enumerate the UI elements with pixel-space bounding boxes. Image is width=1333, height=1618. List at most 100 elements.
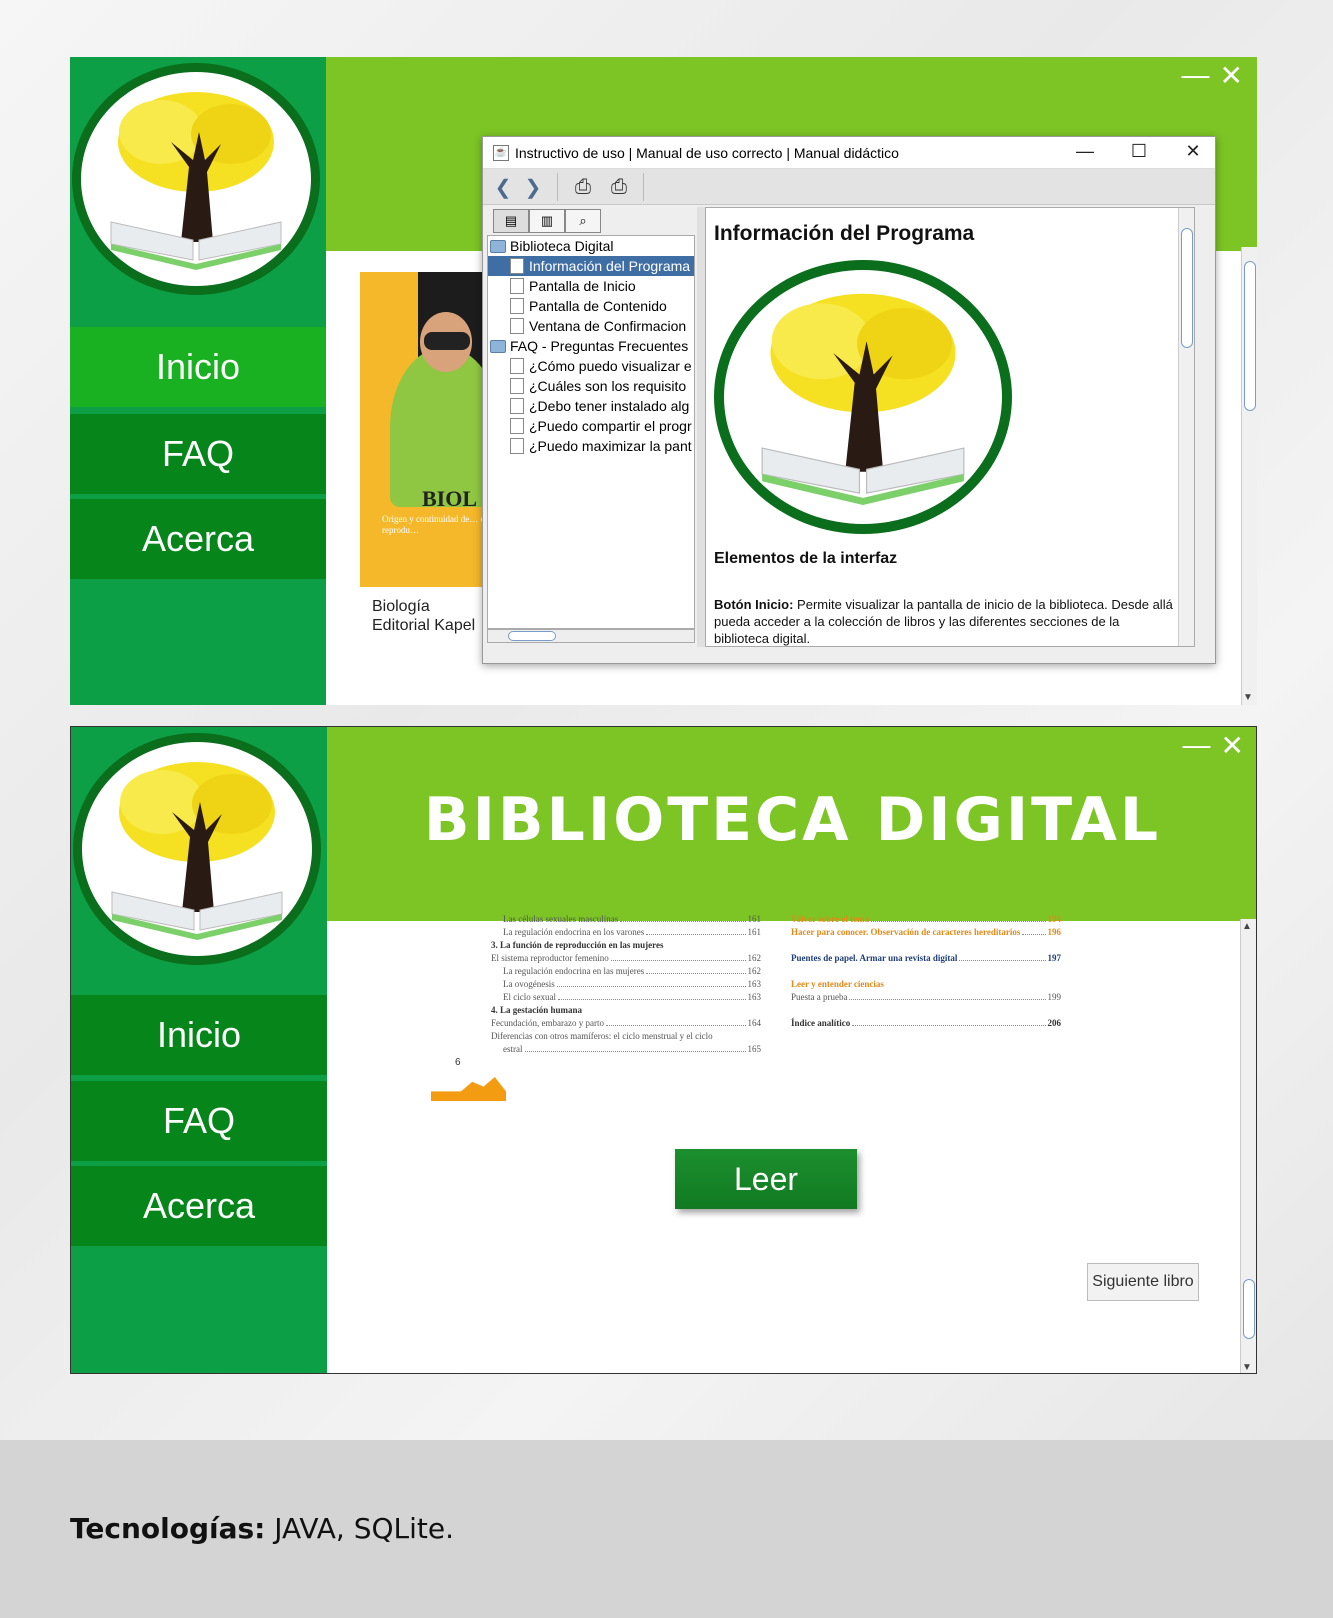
- toc-entry-title: El sistema reproductor femenino: [491, 953, 609, 963]
- toc-line: El sistema reproductor femenino 162: [491, 952, 761, 965]
- document-icon: [510, 318, 524, 334]
- toc-entry-title: Índice analítico: [791, 1018, 851, 1028]
- toc-line: Hacer para conocer. Observación de carac…: [791, 926, 1061, 939]
- toc-entry-title: Volver sobre el tema: [791, 914, 870, 924]
- nav-faq[interactable]: FAQ: [70, 414, 326, 494]
- scroll-thumb[interactable]: [1181, 228, 1193, 348]
- nav-inicio[interactable]: Inicio: [71, 995, 327, 1075]
- toc-line: 3. La función de reproducción en las muj…: [491, 939, 761, 952]
- toc-column-right: Volver sobre el tema 194 Hacer para conoce…: [791, 913, 1061, 1030]
- toc-entry-page: 194: [1047, 914, 1062, 924]
- maximize-icon[interactable]: ☐: [1127, 141, 1151, 162]
- main-scrollbar[interactable]: ▼: [1241, 247, 1257, 705]
- minimize-icon[interactable]: —: [1183, 729, 1211, 762]
- toc-line: Volver sobre el tema 194: [791, 913, 1061, 926]
- document-icon: [510, 358, 524, 374]
- toc-line: La regulación endocrina en los varones 16…: [491, 926, 761, 939]
- back-arrow-icon[interactable]: ❮: [489, 173, 517, 201]
- toc-line: Puentes de papel. Armar una revista digi…: [791, 952, 1061, 965]
- toc-entry-page: 196: [1047, 927, 1062, 937]
- search-tab-icon[interactable]: ⌕: [565, 209, 601, 233]
- toolbar-separator: [643, 173, 644, 201]
- tree-item[interactable]: Biblioteca Digital: [488, 236, 694, 256]
- document-icon: [510, 258, 524, 274]
- cover-binoculars: [424, 332, 470, 350]
- close-icon[interactable]: ✕: [1220, 59, 1243, 92]
- close-icon[interactable]: ✕: [1181, 141, 1205, 162]
- toc-leader: [871, 913, 1046, 922]
- nav-acerca[interactable]: Acerca: [71, 1166, 327, 1246]
- nav-inicio[interactable]: Inicio: [70, 327, 326, 407]
- close-icon[interactable]: ✕: [1221, 729, 1244, 762]
- content-scrollbar[interactable]: [1178, 208, 1194, 646]
- tree-item-label: Biblioteca Digital: [510, 238, 614, 254]
- index-tab-icon[interactable]: ▥: [529, 209, 565, 233]
- toc-entry-title: La regulación endocrina en los varones: [503, 927, 645, 937]
- toc-leader: [605, 1017, 746, 1026]
- tree-item-label: ¿Cuáles son los requisito: [529, 378, 687, 394]
- tree-item-label: ¿Cómo puedo visualizar e: [529, 358, 692, 374]
- help-content: Información del Programa Elementos de la…: [705, 207, 1195, 647]
- toc-leader: [849, 991, 1046, 1000]
- minimize-icon[interactable]: —: [1182, 59, 1210, 92]
- scroll-up-icon[interactable]: ▲: [1242, 921, 1252, 932]
- toc-line: El ciclo sexual 163: [491, 991, 761, 1004]
- scroll-down-icon[interactable]: ▼: [1243, 692, 1253, 703]
- tree-item[interactable]: ¿Puedo compartir el progr: [488, 416, 694, 436]
- tree-item-label: Información del Programa: [529, 258, 691, 274]
- page-setup-icon[interactable]: ⎙: [605, 173, 633, 201]
- technologies-value: JAVA, SQLite.: [265, 1512, 455, 1545]
- toc-leader: [852, 1017, 1046, 1026]
- tree-book-logo: [73, 733, 321, 965]
- toc-entry-title: Fecundación, embarazo y parto: [491, 1018, 604, 1028]
- nav-acerca[interactable]: Acerca: [70, 499, 326, 579]
- scroll-thumb[interactable]: [508, 631, 556, 641]
- next-book-button[interactable]: Siguiente libro: [1087, 1263, 1199, 1301]
- tree-item-label: FAQ - Preguntas Frecuentes: [510, 338, 689, 354]
- tree-item-label: ¿Debo tener instalado alg: [529, 398, 690, 414]
- toc-line: [791, 965, 1061, 978]
- document-icon: [510, 438, 524, 454]
- tree-item[interactable]: FAQ - Preguntas Frecuentes: [488, 336, 694, 356]
- nav-faq[interactable]: FAQ: [71, 1081, 327, 1161]
- toc-leader: [584, 1004, 759, 1013]
- folder-icon: [490, 339, 506, 353]
- toc-leader: [793, 1004, 1059, 1013]
- book-publisher: Editorial Kapel: [372, 617, 476, 634]
- scroll-thumb[interactable]: [1243, 1279, 1255, 1339]
- forward-arrow-icon[interactable]: ❯: [519, 173, 547, 201]
- tree-item[interactable]: Ventana de Confirmacion: [488, 316, 694, 336]
- tree-item[interactable]: ¿Cómo puedo visualizar e: [488, 356, 694, 376]
- help-tree: Biblioteca Digital Información del Progra…: [487, 235, 695, 629]
- minimize-icon[interactable]: —: [1073, 141, 1097, 162]
- toc-leader: [524, 1043, 746, 1052]
- page-number: 6: [455, 1057, 461, 1068]
- scroll-thumb[interactable]: [1244, 261, 1256, 411]
- tree-item[interactable]: Pantalla de Contenido: [488, 296, 694, 316]
- toc-entry-title: Puesta a prueba: [791, 992, 848, 1002]
- window-controls: — ✕: [1183, 729, 1244, 762]
- book-caption: Biología Editorial Kapel: [372, 597, 475, 635]
- splitter[interactable]: [697, 207, 705, 647]
- content-subheading: Elementos de la interfaz: [714, 550, 898, 567]
- tree-item[interactable]: Pantalla de Inicio: [488, 276, 694, 296]
- toc-line: Leer y entender ciencias: [791, 978, 1061, 991]
- toc-entry-page: 162: [747, 953, 762, 963]
- main-scrollbar[interactable]: ▲ ▼: [1240, 919, 1256, 1373]
- read-button[interactable]: Leer: [675, 1149, 857, 1209]
- dialog-title: Instructivo de uso | Manual de uso corre…: [515, 144, 899, 161]
- scroll-down-icon[interactable]: ▼: [1242, 1362, 1252, 1373]
- tree-item[interactable]: ¿Debo tener instalado alg: [488, 396, 694, 416]
- tree-item[interactable]: ¿Puedo maximizar la pant: [488, 436, 694, 456]
- tree-scrollbar[interactable]: [487, 629, 695, 643]
- toc-entry-page: 163: [747, 992, 762, 1002]
- tree-item[interactable]: Información del Programa: [488, 256, 694, 276]
- toc-line: [791, 939, 1061, 952]
- print-icon[interactable]: ⎙: [569, 173, 597, 201]
- tree-book-logo: [72, 63, 320, 295]
- document-icon: [510, 418, 524, 434]
- toc-leader: [620, 913, 746, 922]
- contents-tab-icon[interactable]: ▤: [493, 209, 529, 233]
- toc-line: Fecundación, embarazo y parto 164: [491, 1017, 761, 1030]
- tree-item[interactable]: ¿Cuáles son los requisito: [488, 376, 694, 396]
